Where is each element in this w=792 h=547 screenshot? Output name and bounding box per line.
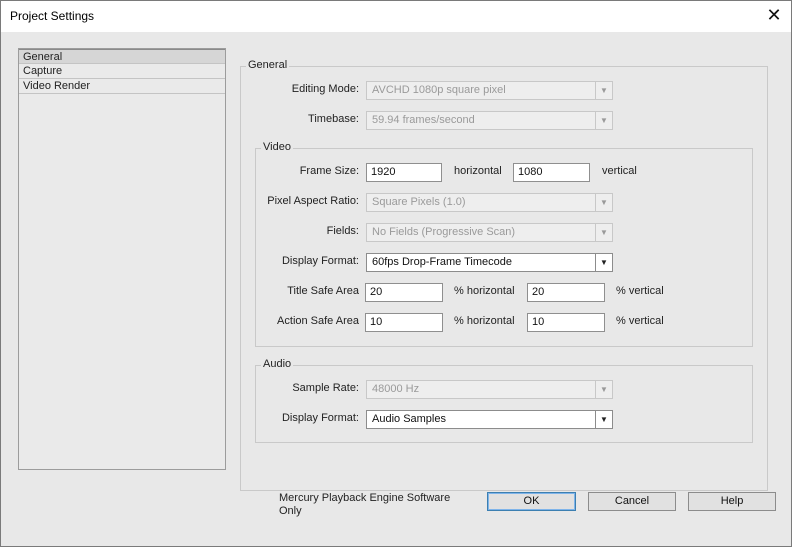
chevron-down-icon: ▼ bbox=[595, 381, 612, 398]
action-safe-vertical-unit: % vertical bbox=[616, 315, 664, 327]
title-safe-horizontal-unit: % horizontal bbox=[454, 285, 515, 297]
sample-rate-label: Sample Rate: bbox=[292, 382, 359, 394]
title-bar: Project Settings ✕ bbox=[1, 1, 791, 32]
action-safe-label: Action Safe Area bbox=[277, 315, 359, 327]
project-settings-dialog: Project Settings ✕ General Capture Video… bbox=[0, 0, 792, 547]
editing-mode-label: Editing Mode: bbox=[291, 83, 359, 95]
action-safe-vertical-field[interactable]: 10 bbox=[527, 313, 605, 332]
video-display-format-value: 60fps Drop-Frame Timecode bbox=[372, 256, 512, 268]
video-group-label: Video bbox=[261, 141, 293, 153]
pixel-aspect-select[interactable]: Square Pixels (1.0) ▼ bbox=[366, 193, 613, 212]
close-icon[interactable]: ✕ bbox=[763, 5, 785, 27]
nav-item-general[interactable]: General bbox=[19, 49, 225, 64]
cancel-button[interactable]: Cancel bbox=[588, 492, 676, 511]
title-safe-vertical-unit: % vertical bbox=[616, 285, 664, 297]
video-display-format-label: Display Format: bbox=[281, 255, 359, 267]
sample-rate-value: 48000 Hz bbox=[372, 383, 420, 395]
fields-label: Fields: bbox=[326, 225, 359, 237]
chevron-down-icon: ▼ bbox=[595, 112, 612, 129]
frame-width-field[interactable]: 1920 bbox=[366, 163, 442, 182]
timebase-label: Timebase: bbox=[308, 113, 359, 125]
audio-display-format-select[interactable]: Audio Samples ▼ bbox=[366, 410, 613, 429]
audio-display-format-value: Audio Samples bbox=[372, 413, 446, 425]
action-safe-horizontal-unit: % horizontal bbox=[454, 315, 515, 327]
chevron-down-icon: ▼ bbox=[595, 411, 612, 428]
nav-item-video-render[interactable]: Video Render bbox=[19, 79, 225, 94]
dialog-title: Project Settings bbox=[10, 9, 95, 23]
ok-button[interactable]: OK bbox=[487, 492, 576, 511]
audio-group bbox=[255, 365, 753, 443]
editing-mode-value: AVCHD 1080p square pixel bbox=[372, 84, 506, 96]
sample-rate-select[interactable]: 48000 Hz ▼ bbox=[366, 380, 613, 399]
fields-value: No Fields (Progressive Scan) bbox=[372, 226, 516, 238]
title-safe-horizontal-field[interactable]: 20 bbox=[365, 283, 443, 302]
chevron-down-icon: ▼ bbox=[595, 82, 612, 99]
pixel-aspect-label: Pixel Aspect Ratio: bbox=[267, 195, 359, 207]
title-safe-label: Title Safe Area bbox=[287, 285, 359, 297]
frame-size-label: Frame Size: bbox=[299, 165, 359, 177]
title-safe-vertical-field[interactable]: 20 bbox=[527, 283, 605, 302]
frame-width-unit: horizontal bbox=[454, 165, 502, 177]
editing-mode-select[interactable]: AVCHD 1080p square pixel ▼ bbox=[366, 81, 613, 100]
frame-height-unit: vertical bbox=[602, 165, 637, 177]
action-safe-horizontal-field[interactable]: 10 bbox=[365, 313, 443, 332]
settings-nav-list: General Capture Video Render bbox=[18, 48, 226, 470]
nav-item-capture[interactable]: Capture bbox=[19, 64, 225, 79]
general-group-label: General bbox=[246, 59, 290, 71]
audio-display-format-label: Display Format: bbox=[281, 412, 359, 424]
help-button[interactable]: Help bbox=[688, 492, 776, 511]
timebase-select[interactable]: 59.94 frames/second ▼ bbox=[366, 111, 613, 130]
chevron-down-icon: ▼ bbox=[595, 224, 612, 241]
video-display-format-select[interactable]: 60fps Drop-Frame Timecode ▼ bbox=[366, 253, 613, 272]
frame-height-field[interactable]: 1080 bbox=[513, 163, 590, 182]
chevron-down-icon: ▼ bbox=[595, 254, 612, 271]
pixel-aspect-value: Square Pixels (1.0) bbox=[372, 196, 466, 208]
chevron-down-icon: ▼ bbox=[595, 194, 612, 211]
audio-group-label: Audio bbox=[261, 358, 294, 370]
dialog-body: General Capture Video Render General Edi… bbox=[1, 32, 791, 546]
playback-engine-status: Mercury Playback Engine Software Only bbox=[279, 492, 451, 517]
timebase-value: 59.94 frames/second bbox=[372, 114, 475, 126]
fields-select[interactable]: No Fields (Progressive Scan) ▼ bbox=[366, 223, 613, 242]
